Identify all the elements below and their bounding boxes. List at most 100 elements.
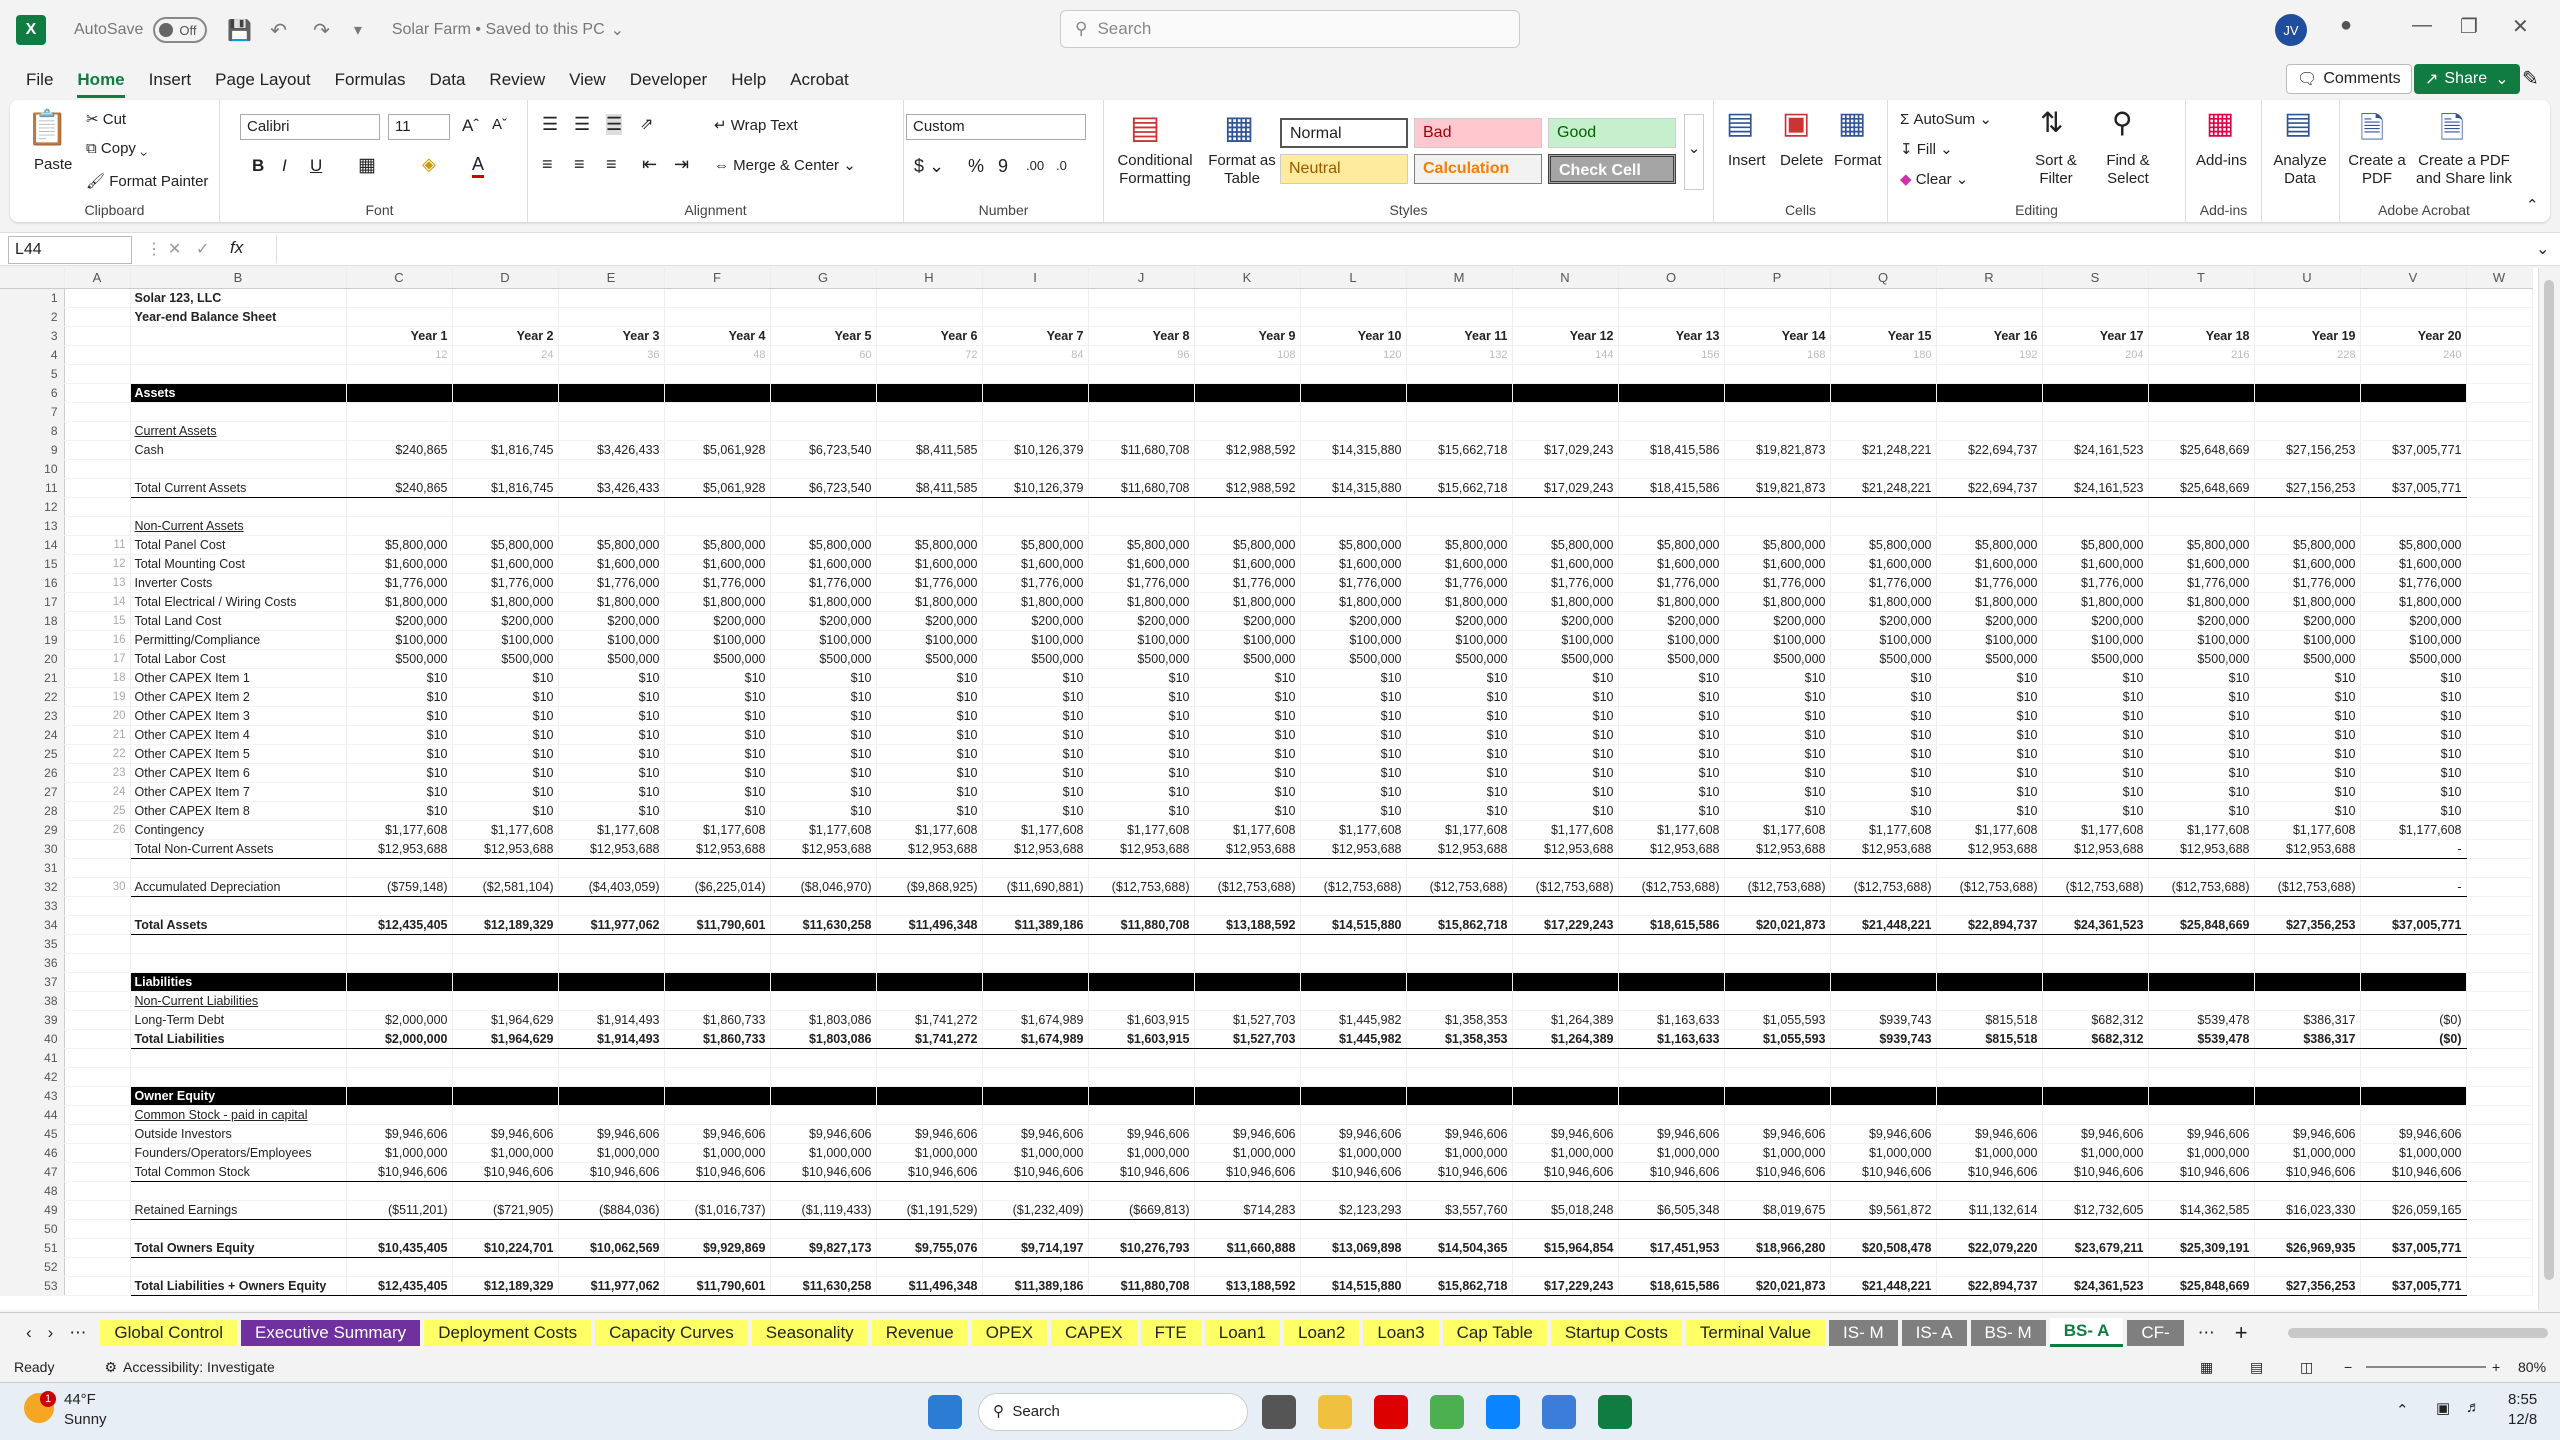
value-cell[interactable] <box>1300 1219 1407 1239</box>
row-label[interactable]: Other CAPEX Item 6 <box>130 763 347 783</box>
value-cell[interactable] <box>346 516 453 536</box>
value-cell[interactable]: $1,000,000 <box>2360 1143 2467 1163</box>
row-label[interactable]: Total Electrical / Wiring Costs <box>130 592 347 612</box>
value-cell[interactable] <box>664 953 771 973</box>
value-cell[interactable] <box>452 1067 559 1087</box>
value-cell[interactable]: $10,946,606 <box>664 1161 771 1182</box>
row-header[interactable]: 10 <box>0 459 65 479</box>
value-cell[interactable]: $200,000 <box>2042 611 2149 631</box>
value-cell[interactable] <box>1088 1105 1195 1125</box>
row-label[interactable] <box>130 1048 347 1068</box>
style-bad[interactable]: Bad <box>1414 118 1542 148</box>
value-cell[interactable] <box>2360 516 2467 536</box>
row-label[interactable]: Other CAPEX Item 4 <box>130 725 347 745</box>
value-cell[interactable] <box>2042 364 2149 384</box>
value-cell[interactable] <box>876 953 983 973</box>
value-cell[interactable] <box>1724 896 1831 916</box>
value-cell[interactable]: $1,776,000 <box>1830 573 1937 593</box>
value-cell[interactable]: $23,679,211 <box>2042 1237 2149 1258</box>
value-cell[interactable]: $1,177,608 <box>1724 820 1831 840</box>
value-cell[interactable]: $15,662,718 <box>1406 440 1513 460</box>
value-cell[interactable] <box>1936 1257 2043 1277</box>
row-header[interactable]: 14 <box>0 535 65 555</box>
row-label[interactable]: Total Current Assets <box>130 477 347 498</box>
value-cell[interactable]: $10 <box>1830 744 1937 764</box>
value-cell[interactable] <box>770 421 877 441</box>
value-cell[interactable]: $1,800,000 <box>1088 592 1195 612</box>
value-cell[interactable]: $10 <box>982 782 1089 802</box>
value-cell[interactable] <box>1724 934 1831 954</box>
row-header[interactable]: 52 <box>0 1257 65 1277</box>
column-header-Q[interactable]: Q <box>1830 268 1937 289</box>
value-cell[interactable] <box>2042 402 2149 422</box>
borders-icon[interactable]: ▦ <box>358 154 376 177</box>
value-cell[interactable]: $1,000,000 <box>876 1143 983 1163</box>
value-cell[interactable]: $10 <box>2360 763 2467 783</box>
value-cell[interactable]: $20,021,873 <box>1724 1275 1831 1296</box>
value-cell[interactable]: $10 <box>2148 744 2255 764</box>
sheet-tab-global-control[interactable]: Global Control <box>100 1319 238 1346</box>
value-cell[interactable]: $500,000 <box>2360 649 2467 669</box>
cell-a[interactable] <box>64 953 131 973</box>
value-cell[interactable] <box>664 459 771 479</box>
value-cell[interactable]: $10 <box>770 725 877 745</box>
value-cell[interactable] <box>1936 402 2043 422</box>
cell-w[interactable] <box>2466 459 2533 479</box>
cell-w[interactable] <box>2466 782 2533 802</box>
search-input[interactable]: ⚲ Search <box>1060 10 1520 48</box>
value-cell[interactable] <box>1300 1086 1407 1106</box>
value-cell[interactable]: $10,126,379 <box>982 440 1089 460</box>
align-bottom-icon[interactable]: ☰ <box>606 114 623 135</box>
value-cell[interactable]: $10 <box>1194 782 1301 802</box>
value-cell[interactable] <box>1194 459 1301 479</box>
value-cell[interactable]: $5,800,000 <box>2360 535 2467 555</box>
value-cell[interactable]: 48 <box>664 345 771 365</box>
column-header-V[interactable]: V <box>2360 268 2467 289</box>
value-cell[interactable] <box>2042 516 2149 536</box>
value-cell[interactable] <box>1936 421 2043 441</box>
value-cell[interactable] <box>2148 1048 2255 1068</box>
column-header-E[interactable]: E <box>558 268 665 289</box>
value-cell[interactable]: $10 <box>1936 801 2043 821</box>
value-cell[interactable] <box>1194 1257 1301 1277</box>
value-cell[interactable]: $500,000 <box>1724 649 1831 669</box>
value-cell[interactable] <box>1088 934 1195 954</box>
value-cell[interactable] <box>876 1105 983 1125</box>
vertical-scrollbar[interactable] <box>2538 268 2560 1310</box>
cell-w[interactable] <box>2466 687 2533 707</box>
value-cell[interactable]: Year 9 <box>1194 326 1301 346</box>
value-cell[interactable] <box>558 1257 665 1277</box>
row-header[interactable]: 22 <box>0 687 65 707</box>
value-cell[interactable]: $10 <box>1088 801 1195 821</box>
value-cell[interactable]: $12,953,688 <box>2042 838 2149 859</box>
value-cell[interactable] <box>2148 858 2255 878</box>
value-cell[interactable]: $8,411,585 <box>876 440 983 460</box>
value-cell[interactable]: $25,309,191 <box>2148 1237 2255 1258</box>
value-cell[interactable]: ($511,201) <box>346 1199 453 1220</box>
value-cell[interactable]: $10 <box>664 744 771 764</box>
value-cell[interactable]: $1,600,000 <box>1406 554 1513 574</box>
value-cell[interactable]: $24,161,523 <box>2042 440 2149 460</box>
value-cell[interactable] <box>1936 858 2043 878</box>
value-cell[interactable] <box>876 972 983 992</box>
sort-filter-button[interactable]: Sort & Filter <box>2024 152 2088 188</box>
value-cell[interactable]: $10 <box>1618 744 1725 764</box>
value-cell[interactable]: $1,527,703 <box>1194 1028 1301 1049</box>
value-cell[interactable]: $10 <box>2254 668 2361 688</box>
column-header-H[interactable]: H <box>876 268 983 289</box>
value-cell[interactable]: $1,264,389 <box>1512 1028 1619 1049</box>
value-cell[interactable] <box>346 972 453 992</box>
addins-button[interactable]: Add-ins <box>2196 152 2247 169</box>
row-label[interactable]: Total Liabilities + Owners Equity <box>130 1275 347 1296</box>
value-cell[interactable] <box>1088 1219 1195 1239</box>
value-cell[interactable]: $10 <box>2254 763 2361 783</box>
value-cell[interactable] <box>664 1219 771 1239</box>
value-cell[interactable] <box>1300 1181 1407 1201</box>
row-header[interactable]: 17 <box>0 592 65 612</box>
value-cell[interactable]: ($9,868,925) <box>876 876 983 897</box>
value-cell[interactable] <box>664 307 771 327</box>
value-cell[interactable]: $1,914,493 <box>558 1010 665 1030</box>
value-cell[interactable]: $200,000 <box>1724 611 1831 631</box>
value-cell[interactable]: $200,000 <box>876 611 983 631</box>
value-cell[interactable]: $10 <box>1936 706 2043 726</box>
